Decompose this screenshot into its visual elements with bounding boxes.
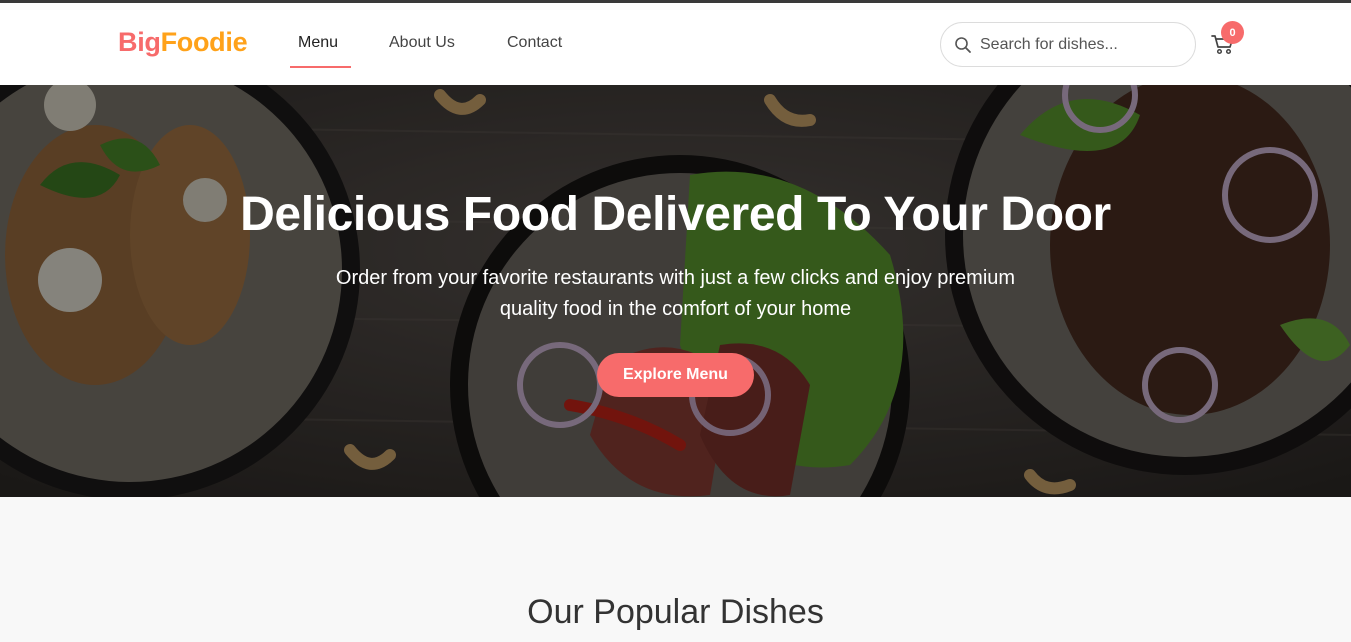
search-box	[940, 22, 1196, 67]
site-header: BigFoodie Menu About Us Contact 0	[0, 3, 1351, 85]
search-input[interactable]	[980, 33, 1180, 57]
section-heading: Our Popular Dishes	[527, 593, 824, 631]
nav-link-about-us[interactable]: About Us	[389, 34, 455, 52]
brand-logo-part2: Foodie	[160, 27, 248, 57]
hero-subtitle: Order from your favorite restaurants wit…	[335, 267, 1016, 320]
nav-link-contact[interactable]: Contact	[507, 34, 562, 52]
hero-banner: Delicious Food Delivered To Your Door Or…	[0, 85, 1351, 497]
popular-dishes-section: Our Popular Dishes	[0, 497, 1351, 642]
brand-logo-part1: Big	[118, 27, 161, 57]
hero-title: Delicious Food Delivered To Your Door	[240, 188, 1111, 241]
explore-menu-button[interactable]: Explore Menu	[597, 353, 754, 397]
nav-link-menu[interactable]: Menu	[298, 34, 338, 52]
brand-logo[interactable]: BigFoodie	[118, 27, 248, 58]
search-icon	[955, 37, 971, 53]
active-nav-indicator	[290, 66, 351, 68]
cart-count-badge: 0	[1221, 21, 1244, 44]
